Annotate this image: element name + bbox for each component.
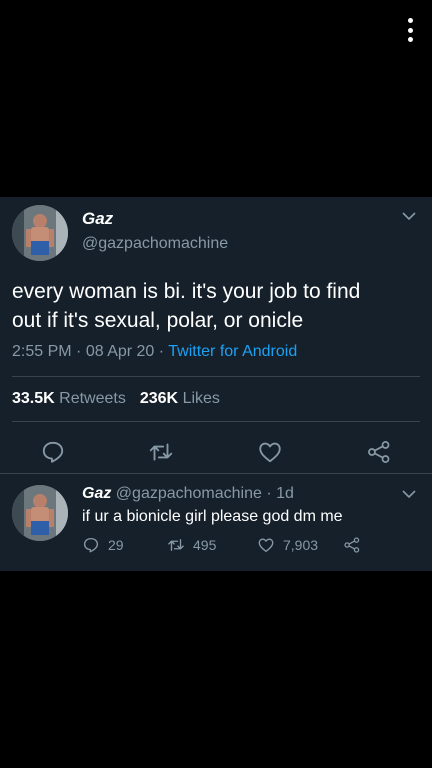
like-count: 7,903 [283,537,319,553]
divider [12,376,420,377]
heart-icon [259,442,281,463]
tweet-meta: 2:55 PM · 08 Apr 20 · Twitter for Androi… [12,343,297,361]
reply-button[interactable] [40,439,66,465]
tweet-source-link[interactable]: Twitter for Android [168,343,297,360]
chevron-down-icon[interactable] [402,489,416,499]
tweet-text: every woman is bi. it's your job to find… [12,277,422,335]
tweet-date: 08 Apr 20 [85,343,155,360]
likes-stat[interactable]: 236K Likes [140,390,220,407]
author-handle[interactable]: @gazpachomachine [82,235,228,253]
meta-separator: · [266,485,272,502]
reply-header: Gaz @gazpachomachine · 1d [82,485,294,503]
more-vertical-icon[interactable] [402,18,418,42]
reply-count: 29 [108,537,124,553]
reply-like-button[interactable]: 7,903 [257,536,318,554]
divider [0,473,432,474]
tweet-text-line: every woman is bi. it's your job to find [12,280,361,303]
retweet-icon [149,443,173,461]
reply-bubble-icon [83,537,99,553]
retweet-count: 495 [193,537,217,553]
like-button[interactable] [257,439,283,465]
tweet-stats: 33.5K Retweets 236K Likes [12,390,220,408]
reply-age: 1d [276,485,294,502]
chevron-down-icon[interactable] [402,211,416,221]
likes-label: Likes [182,390,220,407]
avatar[interactable] [12,485,68,541]
reply-text: if ur a bionicle girl please god dm me [82,508,343,525]
share-button[interactable] [366,439,392,465]
likes-count: 236K [139,390,179,407]
tweet-detail-card: Gaz @gazpachomachine every woman is bi. … [0,197,432,571]
meta-separator: · [158,343,165,360]
meta-separator: · [76,343,82,360]
retweet-button[interactable] [148,439,174,465]
reply-reply-button[interactable]: 29 [82,536,124,554]
reply-bubble-icon [42,441,64,463]
tweet-text-line: out if it's sexual, polar, or onicle [12,309,304,332]
tweet-time: 2:55 PM [12,343,72,360]
retweets-count: 33.5K [12,390,55,407]
reply-author-name[interactable]: Gaz [82,485,111,502]
reply-share-button[interactable] [343,536,361,554]
retweets-label: Retweets [59,390,126,407]
avatar[interactable] [12,205,68,261]
author-name[interactable]: Gaz [82,209,113,229]
reply-author-handle[interactable]: @gazpachomachine [116,485,262,502]
heart-icon [258,538,274,553]
divider [12,421,420,422]
retweet-icon [168,539,184,551]
reply-retweet-button[interactable]: 495 [167,536,216,554]
share-icon [368,441,390,463]
retweets-stat[interactable]: 33.5K Retweets [12,390,126,407]
share-icon [344,537,360,553]
